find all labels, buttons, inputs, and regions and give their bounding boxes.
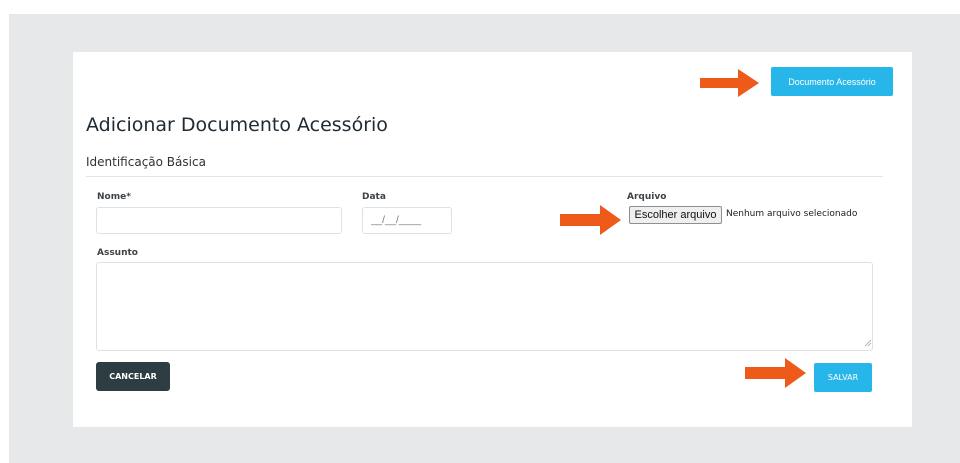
page-title: Adicionar Documento Acessório	[86, 114, 388, 136]
resize-grip-icon[interactable]	[864, 339, 872, 347]
data-label: Data	[362, 192, 386, 202]
file-status-text: Nenhum arquivo selecionado	[726, 209, 858, 219]
arrow-right-icon	[560, 205, 621, 235]
data-input[interactable]	[362, 207, 452, 234]
arquivo-label: Arquivo	[627, 192, 667, 202]
arrow-right-icon	[700, 69, 759, 97]
section-title: Identificação Básica	[86, 155, 206, 169]
form-card: Documento Acessório Adicionar Documento …	[73, 52, 912, 427]
save-button[interactable]: SALVAR	[814, 363, 872, 392]
section-divider	[86, 176, 883, 177]
nome-label: Nome*	[97, 192, 131, 202]
nome-input[interactable]	[96, 207, 342, 234]
cancel-button[interactable]: CANCELAR	[96, 362, 170, 391]
arrow-right-icon	[745, 358, 806, 388]
accessory-document-button[interactable]: Documento Acessório	[771, 67, 893, 96]
assunto-label: Assunto	[97, 248, 138, 258]
choose-file-button[interactable]: Escolher arquivo	[629, 206, 722, 224]
assunto-textarea[interactable]	[96, 262, 873, 351]
